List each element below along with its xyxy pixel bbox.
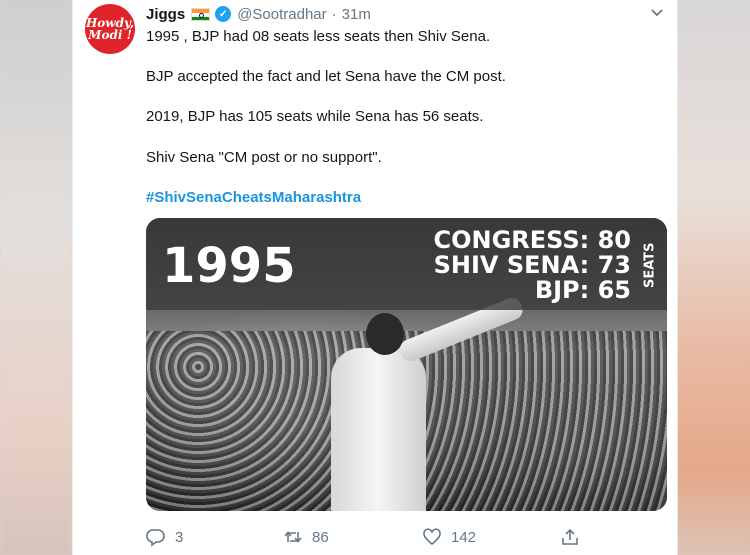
tweet-line-3: 2019, BJP has 105 seats while Sena has 5… [146,108,484,125]
india-flag-icon [191,7,211,21]
image-year: 1995 [162,238,296,294]
tweet-line-1: 1995 , BJP had 08 seats less seats then … [146,28,491,45]
timestamp[interactable]: 31m [342,6,371,23]
stat-bjp: BJP: 65 [534,276,631,304]
tweet-line-4: Shiv Sena "CM post or no support". [146,149,382,166]
reply-icon [146,529,165,547]
avatar[interactable]: Howdy, Modi ! [85,4,135,54]
reply-count: 3 [175,528,184,546]
separator-dot: · [331,5,337,23]
retweet-icon [284,531,302,543]
avatar-text-line2: Modi ! [88,28,132,42]
retweet-button[interactable]: 86 [283,527,329,547]
tweet-card[interactable]: Howdy, Modi ! Jiggs ✓ @Sootradhar · 31m … [72,0,678,555]
background-left [0,0,72,555]
like-count: 142 [451,528,477,546]
image-stats: CONGRESS: 80 SHIV SENA: 73 BJP: 65 [433,228,631,303]
tweet-actions: 3 86 142 [146,527,666,549]
hashtag-link[interactable]: #ShivSenaCheatsMaharashtra [146,188,361,208]
like-button[interactable]: 142 [422,527,476,547]
tweet-line-2: BJP accepted the fact and let Sena have … [146,68,506,85]
background-right [678,0,750,555]
tweet-image[interactable]: 1995 CONGRESS: 80 SHIV SENA: 73 BJP: 65 … [146,218,667,511]
heart-icon [423,528,441,546]
user-handle[interactable]: @Sootradhar [237,6,326,23]
tweet-header: Jiggs ✓ @Sootradhar · 31m [146,4,665,24]
stat-congress: CONGRESS: 80 [433,226,631,254]
reply-button[interactable]: 3 [146,527,183,547]
share-button[interactable] [560,527,580,547]
chevron-down-icon[interactable] [649,4,665,25]
stat-shiv-sena: SHIV SENA: 73 [433,251,631,279]
retweet-count: 86 [312,528,329,546]
photo-speaker [331,295,526,511]
verified-badge-icon: ✓ [215,6,232,22]
image-seats-label: SEATS [642,242,658,288]
display-name[interactable]: Jiggs [146,6,185,23]
share-icon [562,528,578,545]
